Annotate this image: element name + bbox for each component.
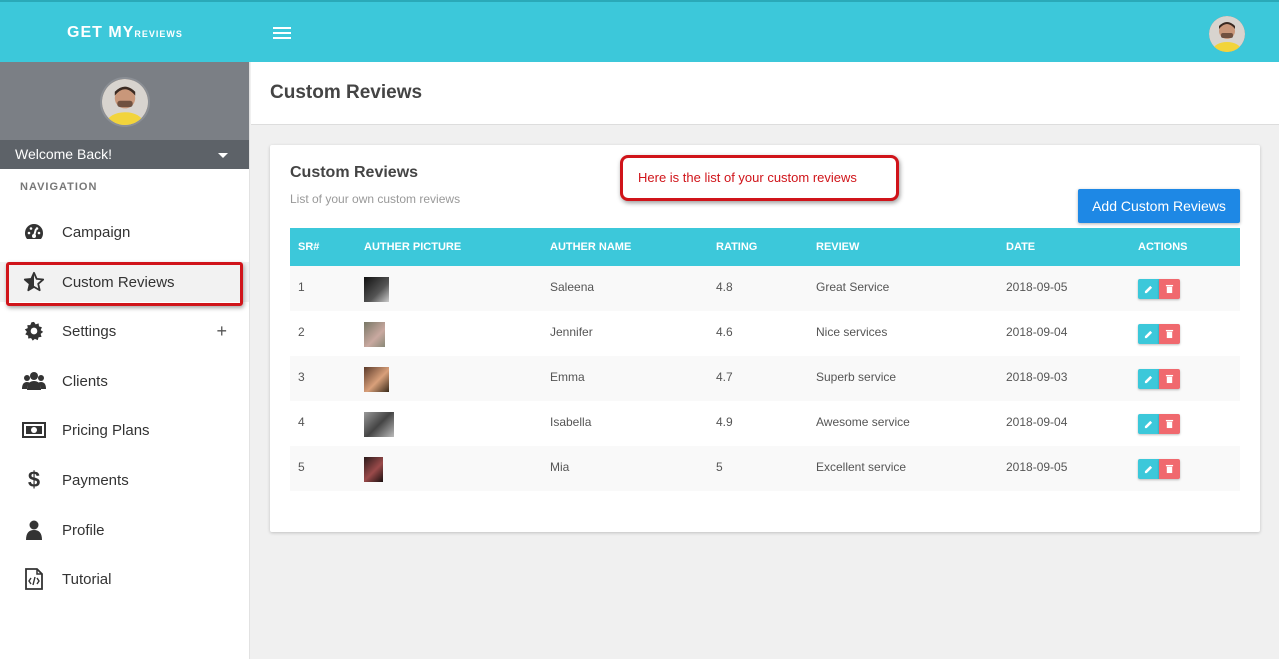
sidebar-item-clients[interactable]: Clients (0, 361, 249, 401)
column-header: SR# (298, 241, 320, 253)
hamburger-menu-icon[interactable] (273, 27, 291, 40)
cell-review: Superb service (816, 370, 897, 384)
table-header-row: SR# AUTHER PICTURE AUTHER NAME RATING RE… (290, 228, 1240, 266)
edit-pencil-icon[interactable] (1138, 369, 1159, 389)
cell-name: Jennifer (550, 325, 593, 339)
author-picture (364, 367, 389, 392)
cell-rating: 4.7 (716, 370, 733, 384)
edit-pencil-icon[interactable] (1138, 459, 1159, 479)
delete-trash-icon[interactable] (1159, 369, 1180, 389)
top-navbar: GET MYREVIEWS (0, 0, 1279, 62)
sidebar-profile (0, 62, 249, 140)
caret-down-icon (218, 153, 228, 158)
add-custom-reviews-button[interactable]: Add Custom Reviews (1078, 189, 1240, 223)
cell-sr: 5 (298, 460, 305, 474)
author-picture (364, 322, 385, 347)
column-header: DATE (1006, 241, 1036, 253)
nav-header: NAVIGATION (20, 181, 98, 193)
dollar-icon: $ (27, 467, 41, 492)
cell-review: Nice services (816, 325, 888, 339)
brand-small: REVIEWS (134, 29, 183, 39)
cell-review: Excellent service (816, 460, 907, 474)
brand-main: GET MY (67, 24, 135, 41)
cell-sr: 1 (298, 280, 305, 294)
author-picture (364, 412, 394, 437)
code-file-icon (22, 567, 46, 591)
money-icon (22, 418, 46, 442)
cell-name: Emma (550, 370, 585, 384)
delete-trash-icon[interactable] (1159, 414, 1180, 434)
cell-review: Great Service (816, 280, 890, 294)
card-title: Custom Reviews (290, 164, 419, 181)
sidebar-item-label: Pricing Plans (62, 421, 150, 439)
table-row: 1 Saleena 4.8 Great Service 2018-09-05 (290, 266, 1240, 311)
delete-trash-icon[interactable] (1159, 324, 1180, 344)
cell-name: Mia (550, 460, 570, 474)
sidebar-item-tutorial[interactable]: Tutorial (0, 559, 249, 599)
edit-pencil-icon[interactable] (1138, 414, 1159, 434)
sidebar-item-profile[interactable]: Profile (0, 510, 249, 550)
cell-name: Saleena (550, 280, 595, 294)
column-header: AUTHER PICTURE (364, 241, 462, 253)
welcome-label: Welcome Back! (15, 146, 112, 162)
cell-rating: 5 (716, 460, 723, 474)
users-icon (22, 369, 46, 393)
cell-review: Awesome service (816, 415, 910, 429)
dashboard-icon (22, 220, 46, 244)
sidebar-item-label: Campaign (62, 223, 131, 241)
sidebar-item-label: Clients (62, 372, 108, 390)
welcome-dropdown[interactable]: Welcome Back! (0, 140, 249, 169)
cell-sr: 4 (298, 415, 305, 429)
delete-trash-icon[interactable] (1159, 459, 1180, 479)
edit-pencil-icon[interactable] (1138, 279, 1159, 299)
highlight-annotation (6, 262, 243, 306)
sidebar-item-label: Profile (62, 521, 105, 539)
table-row: 4 Isabella 4.9 Awesome service 2018-09-0… (290, 401, 1240, 446)
callout-annotation: Here is the list of your custom reviews (620, 155, 899, 201)
table-row: 2 Jennifer 4.6 Nice services 2018-09-04 (290, 311, 1240, 356)
column-header: ACTIONS (1138, 241, 1188, 253)
gear-icon (22, 319, 46, 343)
edit-pencil-icon[interactable] (1138, 324, 1159, 344)
sidebar-item-label: Tutorial (62, 570, 112, 588)
cell-date: 2018-09-05 (1006, 280, 1068, 294)
sidebar-item-label: Payments (62, 471, 129, 489)
cell-rating: 4.9 (716, 415, 733, 429)
reviews-table: SR# AUTHER PICTURE AUTHER NAME RATING RE… (290, 228, 1240, 491)
reviews-card: Custom Reviews List of your own custom r… (270, 145, 1260, 532)
cell-date: 2018-09-05 (1006, 460, 1068, 474)
cell-sr: 2 (298, 325, 305, 339)
cell-date: 2018-09-03 (1006, 370, 1068, 384)
cell-sr: 3 (298, 370, 305, 384)
cell-rating: 4.8 (716, 280, 733, 294)
author-picture (364, 457, 383, 482)
content-header: Custom Reviews (251, 62, 1279, 125)
card-subtitle: List of your own custom reviews (290, 192, 461, 206)
brand-logo[interactable]: GET MYREVIEWS (67, 24, 183, 42)
page-title: Custom Reviews (270, 82, 423, 103)
column-header: RATING (716, 241, 758, 253)
sidebar-item-pricing-plans[interactable]: Pricing Plans (0, 410, 249, 450)
delete-trash-icon[interactable] (1159, 279, 1180, 299)
cell-rating: 4.6 (716, 325, 733, 339)
table-row: 3 Emma 4.7 Superb service 2018-09-03 (290, 356, 1240, 401)
sidebar-item-payments[interactable]: $ Payments (0, 460, 249, 500)
cell-date: 2018-09-04 (1006, 415, 1068, 429)
sidebar-item-campaign[interactable]: Campaign (0, 212, 249, 252)
sidebar-item-settings[interactable]: Settings + (0, 311, 249, 351)
sidebar-item-label: Settings (62, 322, 117, 340)
table-row: 5 Mia 5 Excellent service 2018-09-05 (290, 446, 1240, 491)
author-picture (364, 277, 389, 302)
cell-date: 2018-09-04 (1006, 325, 1068, 339)
column-header: REVIEW (816, 241, 860, 253)
user-avatar[interactable] (1209, 16, 1245, 52)
cell-name: Isabella (550, 415, 592, 429)
sidebar-avatar[interactable] (100, 77, 150, 127)
column-header: AUTHER NAME (550, 241, 632, 253)
expand-plus-icon[interactable]: + (216, 321, 227, 342)
user-icon (22, 518, 46, 542)
